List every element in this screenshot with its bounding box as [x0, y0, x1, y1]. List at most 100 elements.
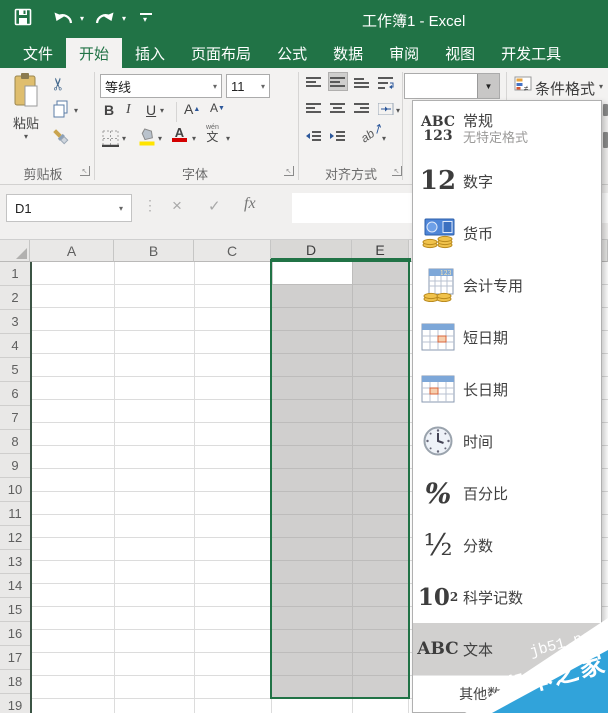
row-header[interactable]: 9 [0, 454, 30, 478]
underline-button[interactable]: U [146, 102, 156, 118]
phonetic-button[interactable]: wén 文 [206, 124, 219, 143]
row-header[interactable]: 17 [0, 646, 30, 670]
font-name-combo[interactable]: 等线 ▾ [100, 74, 222, 98]
format-painter-button[interactable] [52, 128, 70, 151]
merge-center-caret[interactable]: ▾ [396, 106, 400, 115]
tab-view[interactable]: 视图 [432, 38, 488, 68]
select-all-button[interactable] [0, 240, 30, 262]
enter-button[interactable]: ✓ [208, 197, 221, 215]
fill-color-button[interactable] [138, 128, 156, 151]
borders-button[interactable] [102, 130, 119, 152]
tab-home[interactable]: 开始 [66, 38, 123, 68]
formula-bar-handle[interactable]: ⋮ [143, 197, 157, 214]
format-item-number[interactable]: 12 数字 [413, 155, 601, 207]
tab-file[interactable]: 文件 [10, 38, 66, 68]
text-format-icon: ABC [417, 639, 459, 659]
row-header[interactable]: 4 [0, 334, 30, 358]
orientation-caret[interactable]: ▾ [382, 134, 386, 143]
insert-function-button[interactable]: fx [244, 195, 256, 213]
row-header[interactable]: 3 [0, 310, 30, 334]
row-header[interactable]: 11 [0, 502, 30, 526]
row-header[interactable]: 1 [0, 262, 30, 286]
borders-caret[interactable]: ▾ [122, 134, 126, 143]
number-format-combo[interactable]: ▼ [404, 73, 500, 99]
paste-button[interactable]: 粘贴 ▾ [6, 72, 46, 148]
align-right-button[interactable] [354, 102, 370, 120]
fill-color-caret[interactable]: ▾ [158, 134, 162, 143]
align-bottom-button[interactable] [354, 76, 370, 94]
redo-button[interactable] [94, 10, 116, 26]
grow-font-button[interactable]: A ▲ [184, 101, 200, 117]
conditional-formatting-button[interactable]: 条件格式 [535, 78, 595, 99]
accounting-icon: 123 [413, 268, 463, 302]
copy-caret[interactable]: ▾ [74, 106, 78, 115]
row-header[interactable]: 14 [0, 574, 30, 598]
format-item-scientific[interactable]: 10 2 科学记数 [413, 571, 601, 623]
alignment-dialog-launcher[interactable]: ↘ [392, 166, 402, 176]
tab-review[interactable]: 审阅 [376, 38, 432, 68]
align-middle-button[interactable] [328, 72, 348, 91]
format-item-currency[interactable]: 货币 [413, 207, 601, 259]
row-header[interactable]: 8 [0, 430, 30, 454]
row-header[interactable]: 6 [0, 382, 30, 406]
font-color-caret[interactable]: ▾ [192, 134, 196, 143]
copy-button[interactable] [52, 100, 70, 123]
row-header[interactable]: 5 [0, 358, 30, 382]
format-item-long-date[interactable]: 长日期 [413, 363, 601, 415]
cancel-button[interactable]: × [172, 196, 182, 216]
align-top-button[interactable] [306, 76, 322, 94]
italic-button[interactable]: I [126, 102, 131, 118]
more-number-formats-button[interactable]: 其他数字格式... [413, 675, 601, 712]
tab-data[interactable]: 数据 [320, 38, 376, 68]
undo-dropdown-icon[interactable]: ▾ [80, 14, 84, 23]
column-header-c[interactable]: C [194, 240, 271, 262]
bold-button[interactable]: B [104, 102, 114, 118]
tab-insert[interactable]: 插入 [122, 38, 178, 68]
shrink-font-button[interactable]: A ▼ [210, 101, 225, 115]
font-dialog-launcher[interactable]: ↘ [284, 166, 294, 176]
tab-formulas[interactable]: 公式 [264, 38, 320, 68]
underline-caret[interactable]: ▾ [160, 106, 164, 115]
row-header[interactable]: 12 [0, 526, 30, 550]
align-left-button[interactable] [306, 102, 322, 120]
row-header[interactable]: 13 [0, 550, 30, 574]
decrease-indent-button[interactable] [306, 130, 322, 148]
format-item-fraction[interactable]: ½ 分数 [413, 519, 601, 571]
merge-center-button[interactable] [377, 102, 394, 120]
undo-button[interactable] [52, 10, 74, 26]
active-cell-d1[interactable] [273, 262, 352, 284]
row-header[interactable]: 7 [0, 406, 30, 430]
row-header[interactable]: 15 [0, 598, 30, 622]
tab-page-layout[interactable]: 页面布局 [178, 38, 264, 68]
format-item-accounting[interactable]: 123 会计专用 [413, 259, 601, 311]
format-item-general[interactable]: ABC 123 常规 无特定格式 [413, 103, 601, 155]
align-center-button[interactable] [330, 102, 346, 120]
number-format-dropdown-button[interactable]: ▼ [477, 74, 499, 98]
clipboard-dialog-launcher[interactable]: ↘ [80, 166, 90, 176]
format-item-time[interactable]: 时间 [413, 415, 601, 467]
format-item-text[interactable]: ABC 文本 [413, 623, 601, 675]
phonetic-caret[interactable]: ▾ [226, 134, 230, 143]
format-item-short-date[interactable]: 短日期 [413, 311, 601, 363]
row-header[interactable]: 10 [0, 478, 30, 502]
row-header[interactable]: 19 [0, 694, 30, 713]
selected-columns-d-e[interactable] [272, 262, 408, 698]
column-header-b[interactable]: B [114, 240, 194, 262]
font-size-combo[interactable]: 11 ▾ [226, 74, 270, 98]
format-item-percentage[interactable]: % 百分比 [413, 467, 601, 519]
column-header-a[interactable]: A [30, 240, 114, 262]
cut-button[interactable]: ✂ [49, 77, 69, 91]
increase-indent-button[interactable] [330, 130, 346, 148]
redo-dropdown-icon[interactable]: ▾ [122, 14, 126, 23]
row-header[interactable]: 18 [0, 670, 30, 694]
format-item-label: 分数 [463, 537, 494, 555]
wrap-text-button[interactable] [378, 76, 394, 94]
name-box-caret[interactable]: ▾ [119, 204, 123, 213]
save-icon[interactable] [14, 8, 32, 26]
name-box[interactable]: D1 ▾ [6, 194, 132, 222]
tab-developer[interactable]: 开发工具 [488, 38, 574, 68]
row-header[interactable]: 16 [0, 622, 30, 646]
conditional-formatting-caret[interactable]: ▾ [599, 82, 603, 91]
font-color-button[interactable]: A [172, 126, 187, 142]
row-header[interactable]: 2 [0, 286, 30, 310]
